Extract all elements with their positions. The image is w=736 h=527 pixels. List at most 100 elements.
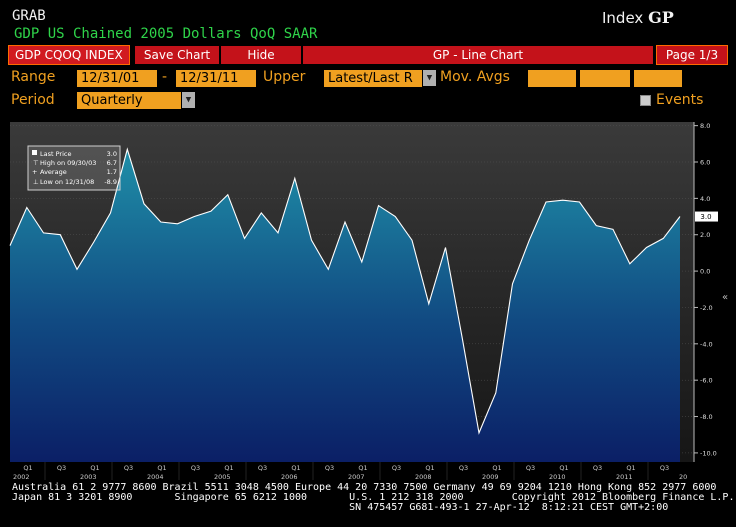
x-quarter-label: Q3 <box>57 464 66 472</box>
data-point <box>344 221 346 223</box>
mov-avg-field-2[interactable] <box>580 70 630 87</box>
footer-contacts: Australia 61 2 9777 8600 Brazil 5511 304… <box>12 483 734 513</box>
data-point <box>294 178 296 180</box>
chart-type-title: GP - Line Chart <box>303 46 653 64</box>
y-tick-label: -2.0 <box>700 304 713 312</box>
data-point <box>43 232 45 234</box>
upper-select[interactable]: Latest/Last R <box>324 70 422 87</box>
x-year-label: 2002 <box>13 473 30 481</box>
mov-avg-field-1[interactable] <box>528 70 576 87</box>
data-point <box>679 216 681 218</box>
y-axis-ticks: 8.0 6.0 4.0 2.0 0.0 -2.0 -4.0 -6.0 -8.0 -10.0 <box>694 122 717 457</box>
y-tick-label: -6.0 <box>700 377 713 385</box>
save-chart-button[interactable]: Save Chart <box>135 46 219 64</box>
data-point <box>612 228 614 230</box>
legend-average-label: Average <box>40 168 67 176</box>
x-year-label: 2003 <box>80 473 97 481</box>
security-description: GDP US Chained 2005 Dollars QoQ SAAR <box>14 26 318 42</box>
upper-dropdown-arrow-icon[interactable]: ▼ <box>423 70 436 86</box>
x-quarter-label: Q1 <box>492 464 501 472</box>
x-quarter-label: Q3 <box>325 464 334 472</box>
data-point <box>428 303 430 305</box>
y-tick-label: -4.0 <box>700 340 713 348</box>
data-point <box>227 194 229 196</box>
legend-average-value: 1.7 <box>107 168 117 176</box>
mov-avgs-label: Mov. Avgs <box>440 69 510 85</box>
data-point <box>662 238 664 240</box>
date-separator: - <box>162 69 168 85</box>
data-point <box>193 216 195 218</box>
x-quarter-label: Q1 <box>224 464 233 472</box>
x-quarter-label: Q1 <box>425 464 434 472</box>
period-dropdown-arrow-icon[interactable]: ▼ <box>182 92 195 108</box>
x-year-label: 2010 <box>549 473 566 481</box>
x-quarter-label: Q1 <box>90 464 99 472</box>
data-point <box>411 239 413 241</box>
data-point <box>160 221 162 223</box>
last-value-tag: 3.0 <box>695 211 718 222</box>
data-point <box>244 238 246 240</box>
y-tick-label: 2.0 <box>700 231 710 239</box>
data-point <box>26 207 28 209</box>
data-point <box>378 205 380 207</box>
hide-button[interactable]: Hide <box>221 46 301 64</box>
mov-avg-field-3[interactable] <box>634 70 682 87</box>
last-value-label: 3.0 <box>700 213 711 221</box>
high-marker-icon: ⊤ <box>33 159 39 167</box>
data-point <box>629 263 631 265</box>
x-quarter-label: Q3 <box>526 464 535 472</box>
period-select[interactable]: Quarterly <box>77 92 181 109</box>
x-quarter-label: Q1 <box>559 464 568 472</box>
data-point <box>579 201 581 203</box>
expand-arrow-icon[interactable]: « <box>722 292 728 303</box>
x-quarter-label: Q3 <box>258 464 267 472</box>
x-year-label: 2007 <box>348 473 365 481</box>
x-quarter-label: Q1 <box>23 464 32 472</box>
y-tick-label: 4.0 <box>700 195 710 203</box>
data-point <box>595 225 597 227</box>
average-marker-icon: + <box>32 168 37 176</box>
data-point <box>528 239 530 241</box>
end-date-field[interactable]: 12/31/11 <box>176 70 256 87</box>
data-point <box>59 234 61 236</box>
data-point <box>9 245 11 247</box>
index-code: GP <box>648 8 674 27</box>
y-tick-label: -8.0 <box>700 413 713 421</box>
data-point <box>545 201 547 203</box>
x-year-label: 2006 <box>281 473 298 481</box>
data-point <box>646 247 648 249</box>
data-point <box>260 212 262 214</box>
data-point <box>93 241 95 243</box>
data-point <box>143 203 145 205</box>
data-point <box>177 223 179 225</box>
data-point <box>210 210 212 212</box>
period-label: Period <box>11 92 55 108</box>
x-quarter-label: Q3 <box>392 464 401 472</box>
data-point <box>76 268 78 270</box>
low-marker-icon: ⊥ <box>33 178 39 186</box>
x-quarter-label: Q3 <box>124 464 133 472</box>
data-point <box>562 199 564 201</box>
events-label: Events <box>656 92 704 108</box>
data-point <box>126 148 128 150</box>
data-point <box>445 247 447 249</box>
x-quarter-label: Q1 <box>626 464 635 472</box>
x-quarter-label: Q1 <box>358 464 367 472</box>
y-tick-label: 6.0 <box>700 159 710 167</box>
security-type-label: Index GP <box>602 8 674 27</box>
x-year-label: 2009 <box>482 473 499 481</box>
data-point <box>277 232 279 234</box>
ticker-field[interactable]: GDP CQOQ INDEX <box>8 45 130 65</box>
legend-low-value: -8.9 <box>104 178 117 186</box>
x-quarter-label: Q3 <box>459 464 468 472</box>
data-point <box>461 338 463 340</box>
x-year-label: 2011 <box>616 473 633 481</box>
legend: Last Price 3.0 ⊤ High on 09/30/03 6.7 + … <box>27 145 121 191</box>
legend-low-label: Low on 12/31/08 <box>40 178 94 186</box>
events-checkbox[interactable] <box>640 95 651 106</box>
page-indicator[interactable]: Page 1/3 <box>656 45 728 65</box>
x-quarter-label: Q1 <box>291 464 300 472</box>
data-point <box>327 268 329 270</box>
data-point <box>110 212 112 214</box>
start-date-field[interactable]: 12/31/01 <box>77 70 157 87</box>
